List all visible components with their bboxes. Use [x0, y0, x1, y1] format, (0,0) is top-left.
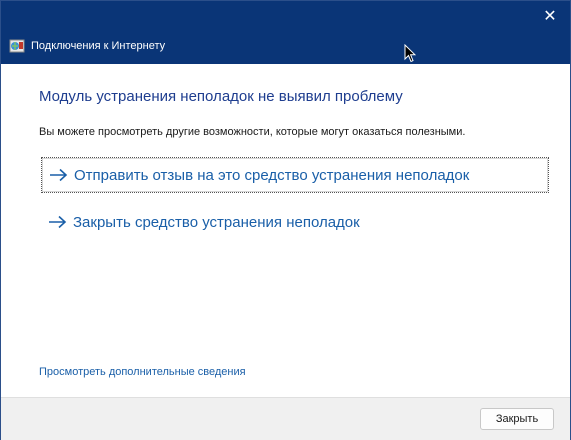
- window-title: Подключения к Интернету: [31, 40, 166, 52]
- troubleshooter-window: ✕ Подключения к Интернету Модуль устране…: [0, 0, 571, 440]
- arrow-right-icon: [50, 168, 68, 182]
- send-feedback-option[interactable]: Отправить отзыв на это средство устранен…: [41, 157, 549, 193]
- close-button[interactable]: Закрыть: [480, 408, 554, 430]
- network-globe-icon: [9, 39, 25, 53]
- close-troubleshooter-option[interactable]: Закрыть средство устранения неполадок: [41, 204, 549, 240]
- footer-bar: Закрыть: [1, 397, 570, 440]
- send-feedback-label: Отправить отзыв на это средство устранен…: [74, 166, 470, 184]
- arrow-right-icon: [49, 215, 67, 229]
- mouse-pointer-icon: [404, 44, 416, 63]
- close-troubleshooter-label: Закрыть средство устранения неполадок: [73, 213, 360, 231]
- title-bar[interactable]: ✕ Подключения к Интернету: [1, 1, 570, 64]
- result-headline: Модуль устранения неполадок не выявил пр…: [39, 88, 403, 105]
- view-details-link[interactable]: Просмотреть дополнительные сведения: [39, 366, 246, 378]
- result-subtext: Вы можете просмотреть другие возможности…: [39, 126, 466, 138]
- content-area: Модуль устранения неполадок не выявил пр…: [1, 64, 570, 397]
- close-window-icon[interactable]: ✕: [540, 7, 560, 27]
